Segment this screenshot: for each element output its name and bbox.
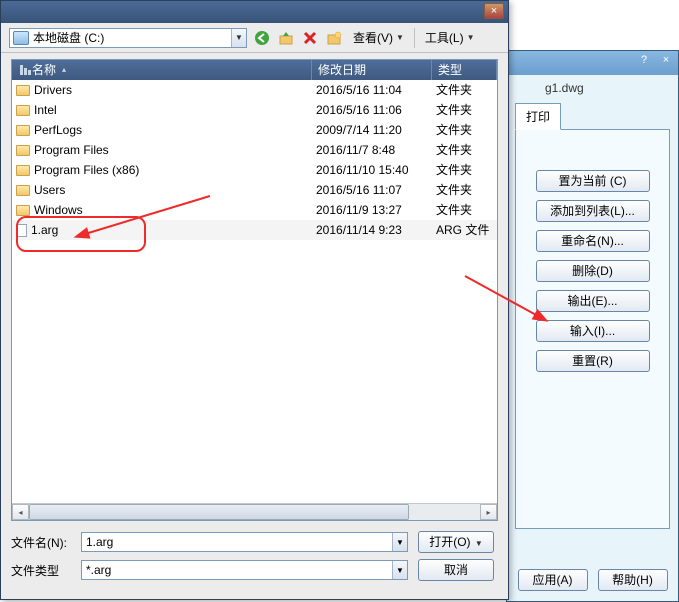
- scroll-track[interactable]: [29, 504, 480, 520]
- file-date: 2016/5/16 11:06: [316, 100, 436, 120]
- file-date: 2016/11/7 8:48: [316, 140, 436, 160]
- file-name: Drivers: [34, 80, 72, 100]
- scroll-right-icon[interactable]: ▸: [480, 504, 497, 520]
- folder-icon: [16, 205, 30, 216]
- close-icon[interactable]: ×: [658, 54, 674, 66]
- separator: [414, 28, 415, 48]
- file-date: 2016/5/16 11:07: [316, 180, 436, 200]
- folder-icon: [16, 105, 30, 116]
- file-row[interactable]: Program Files 2016/11/7 8:48文件夹: [12, 140, 497, 160]
- folder-icon: [16, 165, 30, 176]
- delete-button[interactable]: 删除(D): [536, 260, 650, 282]
- close-icon[interactable]: ×: [484, 3, 504, 19]
- scroll-left-icon[interactable]: ◂: [12, 504, 29, 520]
- help-button[interactable]: 帮助(H): [598, 569, 668, 591]
- location-combobox[interactable]: 本地磁盘 (C:) ▼: [9, 28, 247, 48]
- import-button[interactable]: 输入(I)...: [536, 320, 650, 342]
- cancel-button[interactable]: 取消: [418, 559, 494, 581]
- file-type: 文件夹: [436, 180, 497, 200]
- file-row[interactable]: 1.arg 2016/11/14 9:23ARG 文件: [12, 220, 497, 240]
- filetype-combobox[interactable]: ▼: [81, 560, 408, 580]
- filetype-input[interactable]: [82, 561, 392, 579]
- reset-button[interactable]: 重置(R): [536, 350, 650, 372]
- file-type: 文件夹: [436, 160, 497, 180]
- drive-label: 本地磁盘 (C:): [33, 29, 104, 46]
- file-name: Windows: [34, 200, 83, 220]
- file-row[interactable]: Windows 2016/11/9 13:27文件夹: [12, 200, 497, 220]
- chevron-down-icon: ▼: [467, 33, 475, 42]
- file-name: Program Files (x86): [34, 160, 139, 180]
- file-type: 文件夹: [436, 200, 497, 220]
- scroll-thumb[interactable]: [29, 504, 409, 520]
- folder-icon: [16, 145, 30, 156]
- file-name: PerfLogs: [34, 120, 82, 140]
- back-icon[interactable]: [253, 29, 271, 47]
- column-type[interactable]: 类型: [432, 60, 497, 80]
- file-list-header: 名称 ▴ 修改日期 类型: [12, 60, 497, 80]
- folder-icon: [16, 85, 30, 96]
- open-button[interactable]: 打开(O) ▼: [418, 531, 494, 553]
- file-row[interactable]: PerfLogs 2009/7/14 11:20文件夹: [12, 120, 497, 140]
- column-date[interactable]: 修改日期: [312, 60, 432, 80]
- folder-icon: [16, 185, 30, 196]
- folder-icon: [16, 125, 30, 136]
- file-rows: Drivers2016/5/16 11:04文件夹Intel2016/5/16 …: [12, 80, 497, 240]
- file-icon: [16, 224, 27, 237]
- sort-asc-icon: ▴: [62, 60, 66, 80]
- filename-input[interactable]: [82, 533, 392, 551]
- chevron-down-icon[interactable]: ▼: [231, 29, 246, 47]
- add-to-list-button[interactable]: 添加到列表(L)...: [536, 200, 650, 222]
- file-type: ARG 文件: [436, 220, 497, 240]
- set-current-button[interactable]: 置为当前 (C): [536, 170, 650, 192]
- tools-menu[interactable]: 工具(L)▼: [421, 29, 479, 46]
- chevron-down-icon[interactable]: ▼: [392, 561, 407, 579]
- filetype-label: 文件类型: [11, 562, 71, 579]
- file-type: 文件夹: [436, 80, 497, 100]
- help-icon[interactable]: ?: [636, 54, 652, 66]
- file-date: 2016/11/10 15:40: [316, 160, 436, 180]
- export-button[interactable]: 输出(E)...: [536, 290, 650, 312]
- file-row[interactable]: Program Files (x86) 2016/11/10 15:40文件夹: [12, 160, 497, 180]
- file-name: 1.arg: [31, 220, 58, 240]
- apply-button[interactable]: 应用(A): [518, 569, 588, 591]
- up-folder-icon[interactable]: [277, 29, 295, 47]
- print-settings-dialog: ? × g1.dwg 打印 置为当前 (C) 添加到列表(L)... 重命名(N…: [506, 50, 679, 602]
- print-panel: 置为当前 (C) 添加到列表(L)... 重命名(N)... 删除(D) 输出(…: [515, 129, 670, 529]
- rename-button[interactable]: 重命名(N)...: [536, 230, 650, 252]
- file-date: 2016/11/9 13:27: [316, 200, 436, 220]
- file-row[interactable]: Drivers 2016/5/16 11:04文件夹: [12, 80, 497, 100]
- file-type: 文件夹: [436, 120, 497, 140]
- file-type: 文件夹: [436, 100, 497, 120]
- file-type: 文件夹: [436, 140, 497, 160]
- chevron-down-icon: ▼: [396, 33, 404, 42]
- file-date: 2016/5/16 11:04: [316, 80, 436, 100]
- file-row[interactable]: Users 2016/5/16 11:07文件夹: [12, 180, 497, 200]
- column-name[interactable]: 名称 ▴: [12, 60, 312, 80]
- dialog-titlebar[interactable]: ? ×: [507, 51, 678, 75]
- file-toolbar: 本地磁盘 (C:) ▼ 查看(V)▼ 工具(L)▼: [1, 23, 508, 53]
- view-menu[interactable]: 查看(V)▼: [349, 29, 408, 46]
- file-row[interactable]: Intel 2016/5/16 11:06文件夹: [12, 100, 497, 120]
- disk-icon: [13, 31, 29, 45]
- filename-label: 文件名(N):: [11, 534, 71, 551]
- tab-print[interactable]: 打印: [515, 103, 561, 130]
- chevron-down-icon[interactable]: ▼: [392, 533, 407, 551]
- file-name: Intel: [34, 100, 57, 120]
- file-open-dialog: 牛 × 本地磁盘 (C:) ▼ 查看(V)▼ 工具(L)▼: [0, 0, 509, 600]
- horizontal-scrollbar[interactable]: ◂ ▸: [12, 503, 497, 520]
- new-folder-icon[interactable]: [325, 29, 343, 47]
- file-name: Users: [34, 180, 65, 200]
- file-name: Program Files: [34, 140, 109, 160]
- file-date: 2009/7/14 11:20: [316, 120, 436, 140]
- file-date: 2016/11/14 9:23: [316, 220, 436, 240]
- file-list: 名称 ▴ 修改日期 类型 Drivers2016/5/16 11:04文件夹In…: [11, 59, 498, 521]
- sort-icon: [18, 63, 32, 77]
- delete-icon[interactable]: [301, 29, 319, 47]
- filename-fragment: g1.dwg: [515, 81, 670, 95]
- filename-combobox[interactable]: ▼: [81, 532, 408, 552]
- file-dialog-titlebar[interactable]: 牛 ×: [1, 1, 508, 23]
